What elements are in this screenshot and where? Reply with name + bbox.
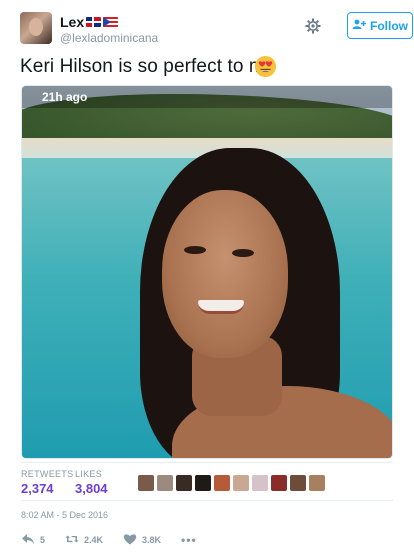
- liker-avatar[interactable]: [138, 475, 154, 491]
- likes-label: LIKES: [75, 469, 103, 479]
- add-user-icon: [352, 19, 366, 32]
- retweets-value: 2,374: [21, 481, 54, 496]
- follow-label: Follow: [370, 18, 408, 33]
- divider: [21, 462, 393, 463]
- liker-avatar[interactable]: [176, 475, 192, 491]
- tweet-text: Keri Hilson is so perfect to me: [20, 56, 276, 77]
- reply-count: 5: [40, 535, 46, 545]
- avatar[interactable]: [20, 12, 52, 44]
- heart-eyes-emoji-icon: [254, 55, 277, 78]
- retweet-button[interactable]: 2.4K: [65, 533, 103, 547]
- liker-avatar[interactable]: [214, 475, 230, 491]
- liker-avatar[interactable]: [195, 475, 211, 491]
- reply-icon: [21, 533, 35, 547]
- liker-avatar[interactable]: [233, 475, 249, 491]
- more-icon: •••: [181, 533, 197, 547]
- likes-value: 3,804: [75, 481, 108, 496]
- liker-avatar[interactable]: [157, 475, 173, 491]
- tweet-actions: 5 2.4K 3.8K •••: [21, 532, 217, 548]
- liker-avatars: [138, 475, 325, 491]
- tweet-media-photo[interactable]: 21h ago: [21, 85, 393, 459]
- like-count: 3.8K: [142, 535, 162, 545]
- liker-avatar[interactable]: [290, 475, 306, 491]
- retweet-count: 2.4K: [84, 535, 104, 545]
- gear-icon[interactable]: [305, 18, 321, 34]
- like-button[interactable]: 3.8K: [123, 533, 161, 547]
- retweets-stat[interactable]: RETWEETS 2,374: [21, 469, 73, 496]
- liker-avatar[interactable]: [252, 475, 268, 491]
- display-name[interactable]: Lex: [60, 14, 84, 30]
- retweets-label: RETWEETS: [21, 469, 74, 479]
- liker-avatar[interactable]: [271, 475, 287, 491]
- name-row: Lex: [60, 14, 119, 30]
- user-handle[interactable]: @lexladominicana: [60, 31, 158, 45]
- liker-avatar[interactable]: [309, 475, 325, 491]
- heart-icon: [123, 533, 137, 547]
- follow-button[interactable]: Follow: [347, 12, 413, 39]
- more-options-button[interactable]: •••: [181, 533, 197, 547]
- reply-button[interactable]: 5: [21, 533, 45, 547]
- divider: [21, 500, 393, 501]
- tweet-timestamp[interactable]: 8:02 AM - 5 Dec 2016: [21, 510, 108, 520]
- tweet-stats: RETWEETS 2,374 LIKES 3,804: [21, 469, 393, 499]
- snap-time-overlay: 21h ago: [22, 86, 392, 108]
- tweet-header: Lex @lexladominicana Follow: [20, 12, 413, 46]
- retweet-icon: [65, 533, 79, 547]
- dominican-flag-icon: [86, 17, 102, 27]
- likes-stat[interactable]: LIKES 3,804: [75, 469, 108, 496]
- puerto-rico-flag-icon: [103, 17, 119, 27]
